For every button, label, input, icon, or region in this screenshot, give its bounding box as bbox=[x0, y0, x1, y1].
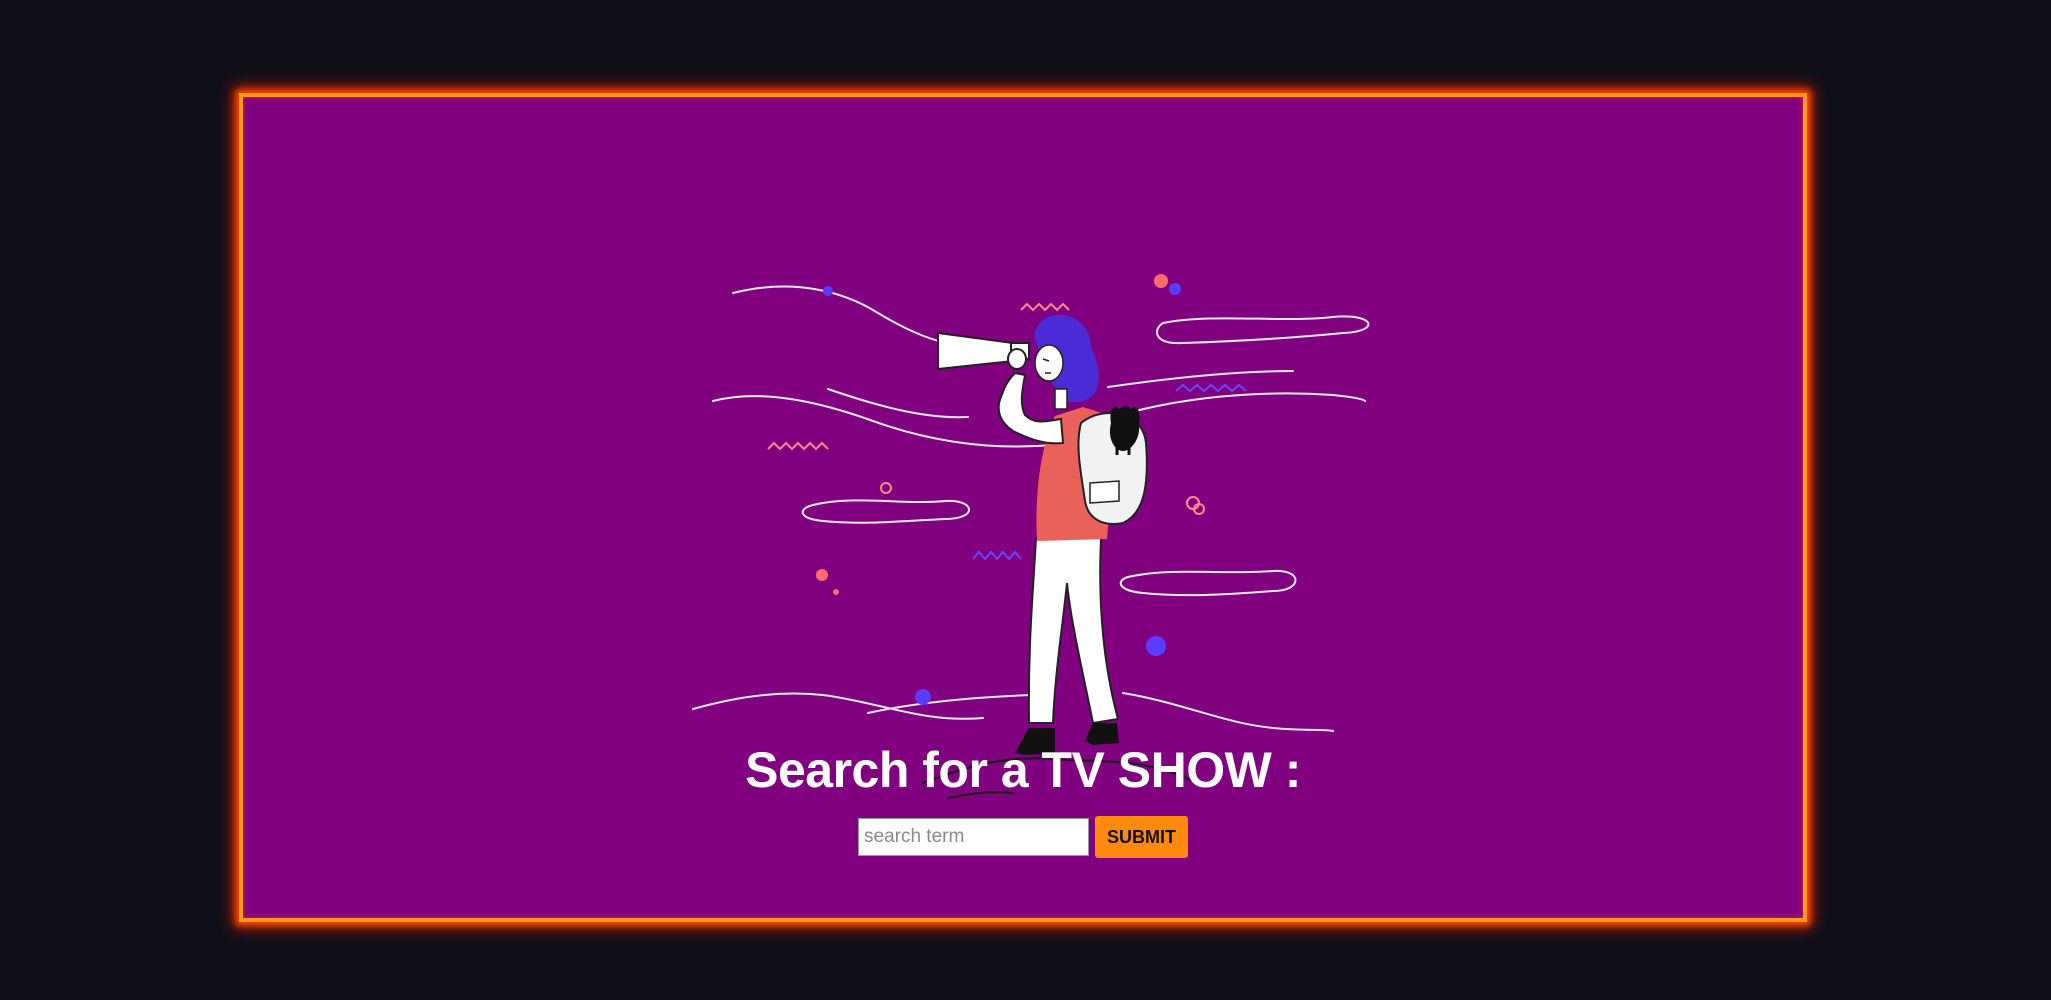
page-title: Search for a TV SHOW : bbox=[745, 742, 1301, 798]
submit-button[interactable]: SUBMIT bbox=[1095, 816, 1188, 858]
search-panel: Search for a TV SHOW : SUBMIT bbox=[239, 93, 1807, 922]
explorer-illustration bbox=[683, 183, 1463, 809]
search-form: SUBMIT bbox=[243, 816, 1803, 858]
search-input[interactable] bbox=[858, 818, 1089, 856]
